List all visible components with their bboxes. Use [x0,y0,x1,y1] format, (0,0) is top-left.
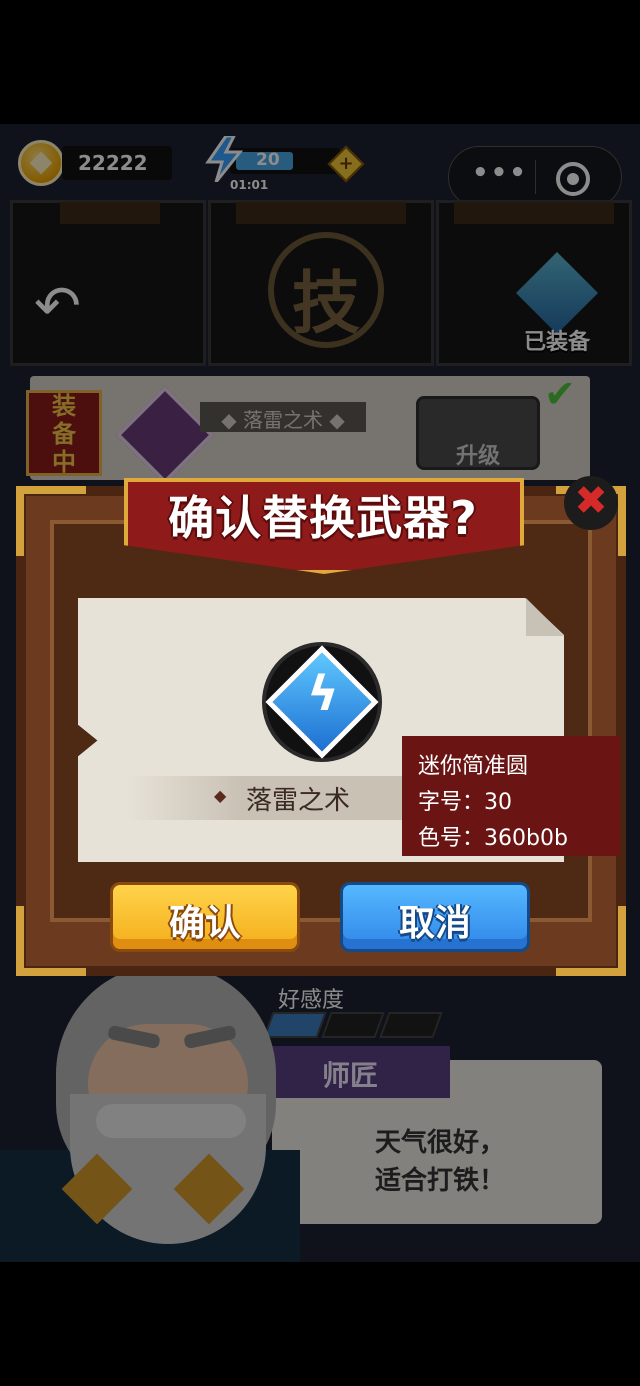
confirm-label: 确认 [168,903,241,944]
dialog-title: 确认替换武器? [168,491,478,545]
weapon-name: 落雷之术 [246,786,351,816]
replace-weapon-dialog: 确认替换武器? ✖ ϟ ◆ 落雷之术 确认 取消 [16,476,626,976]
cancel-label: 取消 [398,903,471,944]
annotation-font-name: 迷你简准圆 [418,754,529,779]
frame-corner [16,486,86,556]
lightning-bolt-icon: ϟ [307,666,339,722]
frame-corner [556,906,626,976]
frame-corner [16,906,86,976]
close-icon[interactable]: ✖ [564,478,618,524]
diamond-icon: ◆ [214,786,227,805]
annotation-font-size: 字号：30 [418,790,512,815]
annotation-color: 色号：360b0b [418,826,568,851]
